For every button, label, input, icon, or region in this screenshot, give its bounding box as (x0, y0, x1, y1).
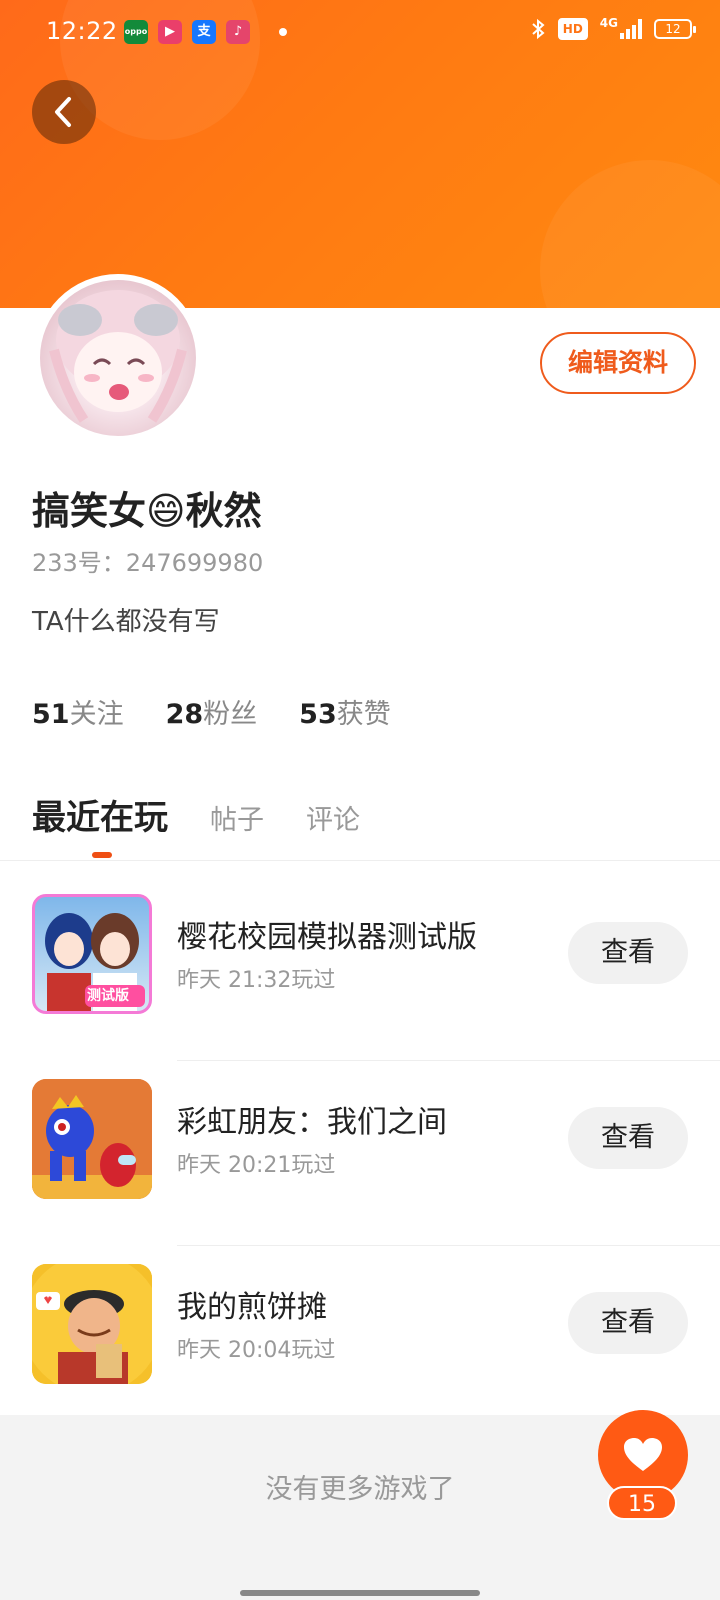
video-app-icon-label: ▶ (165, 24, 175, 39)
music-app-icon: ♪ (226, 20, 250, 44)
sakura-school-game-icon: 测试版 (32, 894, 152, 1014)
view-button[interactable]: 查看 (568, 1107, 688, 1169)
status-bar: 12:22 oppo ▶ 支 ♪ HD 4G 12 (0, 0, 720, 62)
hd-icon: HD (557, 18, 588, 40)
alipay-app-icon: 支 (192, 20, 216, 44)
game-last-played: 昨天 20:04玩过 (177, 1338, 336, 1363)
anime-avatar-illustration (49, 290, 187, 423)
heart-icon (624, 1438, 662, 1471)
profile-stats: 51关注 28粉丝 53获赞 (32, 692, 391, 731)
stat-likes-label: 获赞 (336, 699, 391, 730)
user-bio: TA什么都没有写 (32, 607, 220, 637)
list-item[interactable]: 我的煎饼摊 昨天 20:04玩过 查看 (0, 1246, 720, 1431)
battery-level: 12 (665, 22, 681, 36)
view-button[interactable]: 查看 (568, 922, 688, 984)
tab-recently-played[interactable]: 最近在玩 (32, 790, 168, 839)
music-app-icon-label: ♪ (233, 24, 243, 39)
avatar[interactable] (34, 274, 202, 442)
status-right-group: HD 4G 12 (530, 16, 696, 40)
like-count-badge: 15 (607, 1486, 677, 1520)
pancake-stall-game-icon (32, 1264, 152, 1384)
oppo-app-icon-label: oppo (124, 27, 148, 36)
username: 搞笑女😄秋然 (32, 489, 262, 533)
stat-likes[interactable]: 53获赞 (299, 692, 391, 731)
banner-decoration (540, 160, 720, 308)
tab-posts[interactable]: 帖子 (210, 798, 264, 837)
tab-active-indicator (92, 852, 112, 858)
network-type: 4G (599, 16, 618, 30)
stat-following-label: 关注 (69, 699, 124, 730)
game-last-played: 昨天 20:21玩过 (177, 1153, 336, 1178)
view-button[interactable]: 查看 (568, 1292, 688, 1354)
video-app-icon: ▶ (158, 20, 182, 44)
home-indicator[interactable] (240, 1590, 480, 1596)
user-id: 233号：247699980 (32, 549, 264, 577)
alipay-app-icon-label: 支 (197, 24, 211, 39)
rainbow-friends-game-icon (32, 1079, 152, 1199)
avatar-image (40, 280, 196, 436)
stat-followers[interactable]: 28粉丝 (166, 692, 258, 731)
divider (0, 860, 720, 861)
tab-comments[interactable]: 评论 (306, 798, 360, 837)
list-item[interactable]: 测试版 樱花校园模拟器测试版 昨天 21:32玩过 查看 (0, 876, 720, 1061)
game-last-played: 昨天 21:32玩过 (177, 968, 336, 993)
rainbow-friends-art (32, 1079, 152, 1199)
status-time: 12:22 (46, 17, 118, 45)
bluetooth-icon (532, 18, 545, 40)
game-title: 彩虹朋友：我们之间 (177, 1105, 447, 1140)
profile-tabs: 最近在玩 帖子 评论 (32, 790, 360, 839)
game-title: 我的煎饼摊 (177, 1290, 327, 1325)
stat-followers-count: 28 (165, 699, 204, 730)
stat-followers-label: 粉丝 (203, 699, 258, 730)
stat-following[interactable]: 51关注 (32, 692, 124, 731)
signal-icon (620, 19, 642, 39)
stat-following-count: 51 (32, 699, 70, 730)
oppo-app-icon: oppo (124, 20, 148, 44)
back-arrow-icon (55, 97, 71, 127)
notification-dot-icon (279, 28, 287, 36)
pancake-stall-art (32, 1264, 152, 1384)
game-list: 测试版 樱花校园模拟器测试版 昨天 21:32玩过 查看 彩虹朋友：我们之间 昨… (0, 876, 720, 1431)
list-item[interactable]: 彩虹朋友：我们之间 昨天 20:21玩过 查看 (0, 1061, 720, 1246)
back-button[interactable] (32, 80, 96, 144)
test-version-badge: 测试版 (87, 988, 129, 1004)
stat-likes-count: 53 (299, 699, 337, 730)
game-title: 樱花校园模拟器测试版 (177, 920, 477, 955)
battery-icon: 12 (654, 19, 696, 39)
edit-profile-button[interactable]: 编辑资料 (540, 332, 696, 394)
